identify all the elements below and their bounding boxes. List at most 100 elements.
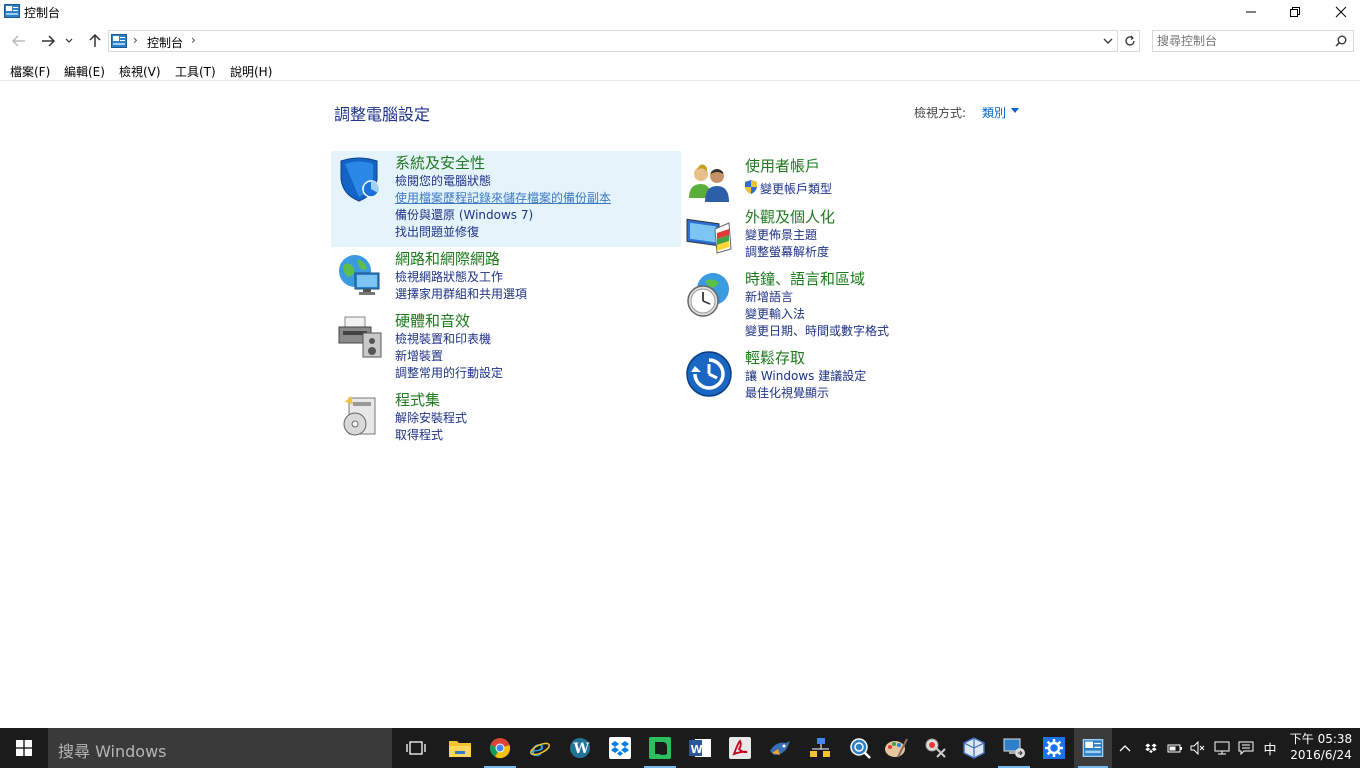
- tray-battery[interactable]: [1164, 728, 1186, 768]
- breadcrumb-separator-icon[interactable]: ›: [133, 33, 138, 47]
- forward-button[interactable]: [37, 31, 59, 51]
- svg-text:W: W: [573, 741, 590, 757]
- link-review-status[interactable]: 檢閱您的電腦狀態: [395, 172, 491, 189]
- category-title[interactable]: 輕鬆存取: [745, 347, 805, 368]
- taskbar-control-panel[interactable]: [1074, 728, 1112, 768]
- link-get-programs[interactable]: 取得程式: [395, 426, 443, 443]
- chevron-down-icon[interactable]: [1103, 35, 1113, 47]
- users-icon: [689, 164, 729, 202]
- taskbar-file-explorer[interactable]: [440, 728, 480, 768]
- programs-icon: [343, 396, 376, 436]
- category-appearance[interactable]: 外觀及個人化 變更佈景主題 調整螢幕解析度: [681, 205, 1031, 263]
- taskbar-word[interactable]: W: [680, 728, 720, 768]
- taskbar-evernote[interactable]: [640, 728, 680, 768]
- network-icon: [339, 255, 380, 295]
- minimize-button[interactable]: [1228, 0, 1274, 24]
- search-box[interactable]: [1152, 30, 1354, 52]
- link-recommend-settings[interactable]: 讓 Windows 建議設定: [745, 367, 866, 384]
- battery-icon: [1167, 744, 1182, 753]
- category-title[interactable]: 系統及安全性: [395, 152, 485, 173]
- control-panel-icon: [111, 34, 127, 48]
- link-backup-restore[interactable]: 備份與還原 (Windows 7): [395, 206, 533, 223]
- search-icon[interactable]: [1335, 35, 1347, 47]
- breadcrumb-separator-icon[interactable]: ›: [191, 33, 196, 47]
- taskbar-paint[interactable]: [876, 728, 916, 768]
- taskbar-app-bird[interactable]: [760, 728, 800, 768]
- taskbar-acrobat[interactable]: [720, 728, 760, 768]
- close-button[interactable]: [1318, 0, 1360, 24]
- recent-locations-button[interactable]: [62, 31, 76, 51]
- tray-volume[interactable]: [1188, 728, 1208, 768]
- link-troubleshoot[interactable]: 找出問題並修復: [395, 223, 479, 240]
- link-devices-printers[interactable]: 檢視裝置和印表機: [395, 330, 491, 347]
- category-programs[interactable]: 程式集 解除安裝程式 取得程式: [331, 388, 681, 446]
- category-network-internet[interactable]: 網路和網際網路 檢視網路狀態及工作 選擇家用群組和共用選項: [331, 247, 681, 305]
- taskbar-clock[interactable]: 下午 05:38 2016/6/24: [1288, 731, 1354, 763]
- link-change-account-type[interactable]: 變更帳戶類型: [760, 180, 832, 197]
- tray-network[interactable]: [1212, 728, 1232, 768]
- link-optimize-display[interactable]: 最佳化視覺顯示: [745, 384, 829, 401]
- taskbar-wordpress[interactable]: W: [560, 728, 600, 768]
- taskbar-internet-explorer[interactable]: e: [520, 728, 560, 768]
- link-date-time-format[interactable]: 變更日期、時間或數字格式: [745, 322, 889, 339]
- link-file-history[interactable]: 使用檔案歷程記錄來儲存檔案的備份副本: [395, 189, 611, 206]
- taskbar-virtualbox[interactable]: [954, 728, 994, 768]
- taskbar-remote-desktop[interactable]: [994, 728, 1034, 768]
- dropdown-arrow-icon[interactable]: [1011, 108, 1019, 113]
- refresh-button[interactable]: [1120, 30, 1140, 52]
- menu-view[interactable]: 檢視(V): [119, 63, 161, 80]
- taskbar-dropbox[interactable]: [600, 728, 640, 768]
- menu-file[interactable]: 檔案(F): [10, 63, 50, 80]
- category-title[interactable]: 外觀及個人化: [745, 206, 835, 227]
- taskbar-snipping-tool[interactable]: [916, 728, 956, 768]
- volume-muted-icon: [1190, 741, 1205, 755]
- category-title[interactable]: 程式集: [395, 389, 440, 410]
- menu-edit[interactable]: 編輯(E): [64, 63, 105, 80]
- address-bar[interactable]: › 控制台 ›: [108, 30, 1118, 52]
- tray-dropbox[interactable]: [1140, 728, 1162, 768]
- back-button[interactable]: [8, 31, 30, 51]
- tray-ime[interactable]: 中: [1260, 728, 1280, 768]
- search-input[interactable]: [1157, 33, 1327, 49]
- taskbar-magnifier[interactable]: [840, 728, 880, 768]
- menu-tools[interactable]: 工具(T): [175, 63, 216, 80]
- link-change-theme[interactable]: 變更佈景主題: [745, 226, 817, 243]
- taskbar-network-app[interactable]: [800, 728, 840, 768]
- show-hidden-icons-button[interactable]: [1116, 728, 1134, 768]
- link-homegroup[interactable]: 選擇家用群組和共用選項: [395, 285, 527, 302]
- page-title: 調整電腦設定: [334, 105, 431, 124]
- view-by-dropdown[interactable]: 類別: [982, 104, 1006, 121]
- clock-globe-icon: [687, 273, 729, 317]
- wordpress-icon: W: [570, 738, 590, 758]
- link-network-status[interactable]: 檢視網路狀態及工作: [395, 268, 503, 285]
- category-title[interactable]: 時鐘、語言和區域: [745, 268, 865, 289]
- category-ease-of-access[interactable]: 輕鬆存取 讓 Windows 建議設定 最佳化視覺顯示: [681, 346, 1031, 404]
- task-view-button[interactable]: [396, 728, 436, 768]
- menu-help[interactable]: 說明(H): [230, 63, 272, 80]
- taskbar-search-box[interactable]: 搜尋 Windows: [48, 728, 392, 768]
- shield-icon: [340, 157, 380, 202]
- link-add-language[interactable]: 新增語言: [745, 288, 793, 305]
- taskbar-chrome[interactable]: [480, 728, 520, 768]
- up-button[interactable]: [84, 31, 106, 51]
- link-screen-resolution[interactable]: 調整螢幕解析度: [745, 243, 829, 260]
- link-uninstall-program[interactable]: 解除安裝程式: [395, 409, 467, 426]
- category-hardware-sound[interactable]: 硬體和音效 檢視裝置和印表機 新增裝置 調整常用的行動設定: [331, 309, 681, 385]
- link-change-input-method[interactable]: 變更輸入法: [745, 305, 805, 322]
- category-user-accounts[interactable]: 使用者帳戶 變更帳戶類型: [681, 154, 1031, 204]
- category-system-security[interactable]: 系統及安全性 檢閱您的電腦狀態 使用檔案歷程記錄來儲存檔案的備份副本 備份與還原…: [331, 151, 681, 247]
- title-bar[interactable]: 控制台: [0, 0, 1360, 24]
- category-title[interactable]: 使用者帳戶: [745, 155, 820, 176]
- link-add-device[interactable]: 新增裝置: [395, 347, 443, 364]
- category-title[interactable]: 網路和網際網路: [395, 248, 500, 269]
- remote-desktop-icon: [1003, 738, 1025, 758]
- link-mobility-settings[interactable]: 調整常用的行動設定: [395, 364, 503, 381]
- start-button[interactable]: [0, 728, 48, 768]
- breadcrumb-control-panel[interactable]: 控制台: [147, 34, 183, 51]
- tray-action-center[interactable]: [1236, 728, 1256, 768]
- category-clock-language-region[interactable]: 時鐘、語言和區域 新增語言 變更輸入法 變更日期、時間或數字格式: [681, 267, 1031, 343]
- back-arrow-icon: [12, 35, 25, 47]
- category-title[interactable]: 硬體和音效: [395, 310, 470, 331]
- taskbar-settings[interactable]: [1034, 728, 1074, 768]
- restore-button[interactable]: [1272, 0, 1318, 24]
